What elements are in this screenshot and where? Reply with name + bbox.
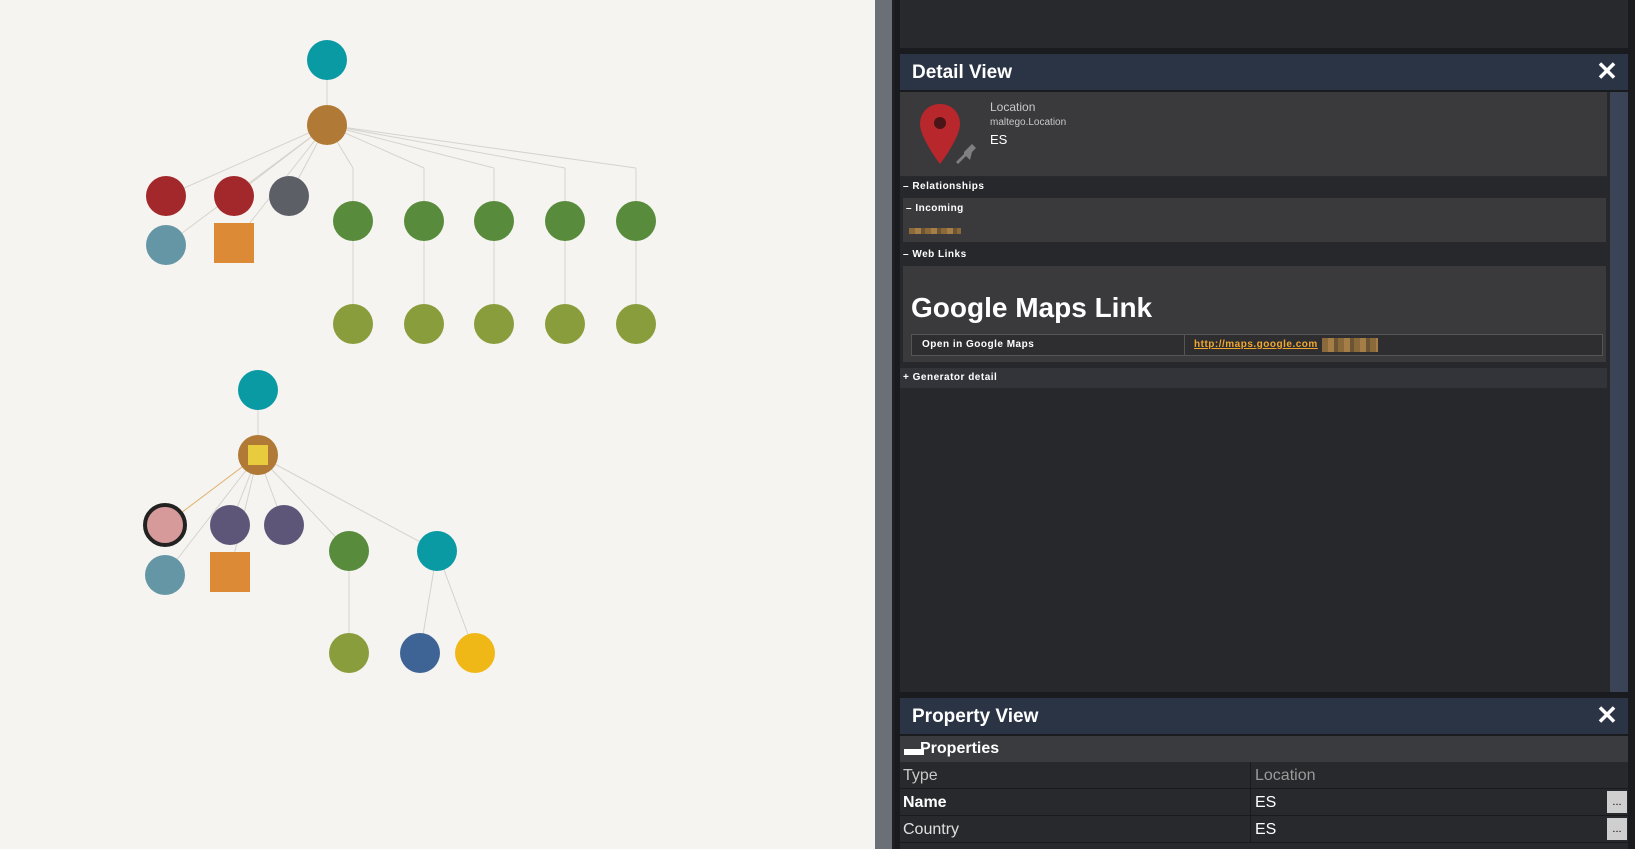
property-col-divider [1250, 762, 1251, 788]
property-key: Type [903, 767, 938, 784]
node[interactable] [417, 531, 457, 571]
detail-view-close-icon[interactable]: ✕ [1594, 58, 1620, 84]
node[interactable] [616, 304, 656, 344]
node[interactable] [616, 201, 656, 241]
node[interactable] [474, 304, 514, 344]
node[interactable] [474, 201, 514, 241]
web-link-url[interactable]: http://maps.google.com [1194, 339, 1318, 350]
node[interactable] [269, 176, 309, 216]
edit-name-button[interactable]: ... [1607, 791, 1627, 813]
node[interactable] [264, 505, 304, 545]
edit-country-button[interactable]: ... [1607, 818, 1627, 840]
detail-scrollbar[interactable] [1610, 92, 1628, 692]
node[interactable] [146, 176, 186, 216]
node-hub-2-badge [248, 445, 268, 465]
relationships-toggle[interactable]: – Relationships [900, 178, 1607, 196]
properties-section-label: Properties [920, 740, 1000, 757]
node[interactable] [146, 225, 186, 265]
node[interactable] [214, 176, 254, 216]
graph-canvas[interactable] [0, 0, 875, 849]
property-key: Country [903, 821, 960, 838]
node[interactable] [455, 633, 495, 673]
entity-type-id: maltego.Location [990, 117, 1067, 128]
detail-view-body: Location maltego.Location ES – Relations… [900, 92, 1628, 692]
property-key: Name [903, 794, 947, 811]
node[interactable] [210, 505, 250, 545]
entity-type: Location [990, 100, 1036, 114]
node[interactable] [329, 633, 369, 673]
url-redacted [1322, 338, 1378, 352]
node[interactable] [404, 304, 444, 344]
property-view-header: Property View ✕ [900, 698, 1628, 734]
detail-view-title: Detail View [912, 62, 1012, 83]
right-panel: Detail View ✕ Location maltego.Location … [895, 0, 1635, 849]
incoming-toggle[interactable]: – Incoming [903, 200, 1603, 218]
web-links-box: Google Maps Link Open in Google Maps htt… [903, 266, 1606, 362]
location-pin-icon [920, 104, 976, 164]
property-view-body: ▬ Properties Type Location Name ES ... C… [900, 736, 1628, 849]
property-row-country[interactable]: Country ES ... [900, 816, 1628, 843]
node[interactable] [400, 633, 440, 673]
node[interactable] [210, 552, 250, 592]
node[interactable] [545, 201, 585, 241]
node[interactable] [329, 531, 369, 571]
property-value[interactable]: ES [1255, 794, 1276, 812]
web-link-row: Open in Google Maps http://maps.google.c… [911, 334, 1603, 356]
node[interactable] [333, 201, 373, 241]
node[interactable] [333, 304, 373, 344]
property-view-title: Property View [912, 706, 1039, 727]
property-col-divider [1250, 789, 1251, 815]
google-maps-link-heading: Google Maps Link [911, 292, 1153, 323]
panel-splitter[interactable] [875, 0, 895, 849]
node[interactable] [145, 555, 185, 595]
property-value: Location [1255, 767, 1316, 784]
node-root-2[interactable] [238, 370, 278, 410]
node[interactable] [545, 304, 585, 344]
generator-detail-toggle[interactable]: + Generator detail [900, 368, 1607, 388]
properties-section[interactable]: ▬ Properties [900, 736, 1628, 762]
web-link-divider [1184, 335, 1185, 355]
node-hub-1[interactable] [307, 105, 347, 145]
graph-svg[interactable] [0, 0, 875, 849]
property-row-type: Type Location [900, 762, 1628, 789]
web-links-toggle[interactable]: – Web Links [900, 246, 1607, 264]
web-link-label: Open in Google Maps [922, 339, 1035, 350]
node[interactable] [404, 201, 444, 241]
property-row-name[interactable]: Name ES ... [900, 789, 1628, 816]
top-empty-panel [900, 0, 1628, 48]
entity-summary: Location maltego.Location ES [900, 92, 1607, 177]
entity-value: ES [990, 132, 1008, 147]
property-value[interactable]: ES [1255, 821, 1276, 839]
node-selected[interactable] [143, 503, 187, 547]
node[interactable] [214, 223, 254, 263]
incoming-box: – Incoming [903, 198, 1606, 242]
property-view-close-icon[interactable]: ✕ [1594, 702, 1620, 728]
node-root-1[interactable] [307, 40, 347, 80]
property-col-divider [1250, 816, 1251, 842]
detail-view-header: Detail View ✕ [900, 54, 1628, 90]
incoming-entity-redacted[interactable] [909, 228, 961, 234]
